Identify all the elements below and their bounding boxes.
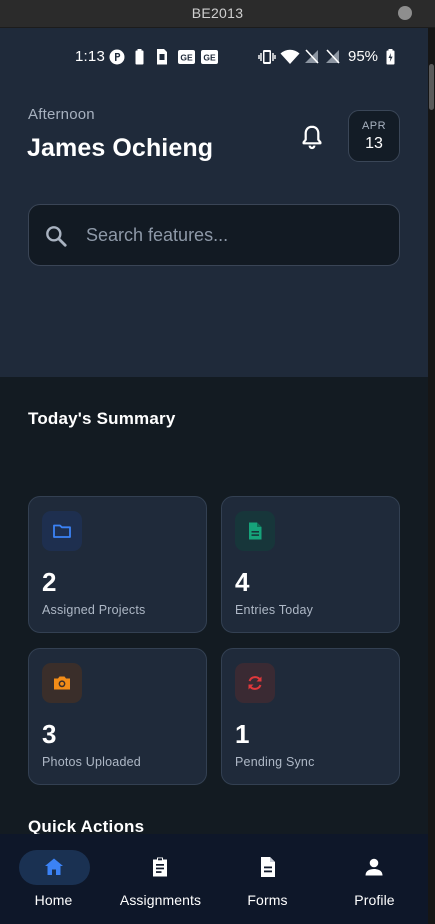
card-value: 3: [42, 719, 57, 749]
card-label: Pending Sync: [235, 755, 315, 769]
summary-card-assigned-projects[interactable]: 2 Assigned Projects: [28, 496, 207, 633]
form-icon: [261, 857, 275, 877]
card-value: 2: [42, 567, 57, 597]
svg-text:GE: GE: [180, 53, 193, 63]
search-bar[interactable]: [28, 204, 400, 266]
card-value: 4: [235, 567, 250, 597]
no-signal-icon: [305, 49, 319, 64]
camera-icon: [54, 676, 70, 690]
window-control-dot[interactable]: [398, 6, 412, 20]
folder-icon: [53, 524, 71, 538]
summary-card-pending-sync[interactable]: 1 Pending Sync: [221, 648, 400, 785]
search-icon: [46, 226, 67, 247]
card-icon-container: [42, 663, 82, 703]
ge-badge-icon: GE: [178, 50, 195, 64]
greeting-text: Afternoon: [28, 106, 95, 123]
nav-label: Assignments: [119, 892, 202, 908]
clipboard-icon: [153, 857, 167, 877]
p-badge-icon: [109, 49, 125, 65]
header-section: 1:13 GE GE 95% Afternoon James Ochieng A…: [0, 28, 428, 377]
card-icon-container: [235, 663, 275, 703]
nav-item-profile[interactable]: Profile: [321, 834, 428, 924]
vibrate-icon: [258, 50, 276, 64]
battery-icon: [386, 49, 395, 65]
nav-label: Home: [34, 892, 73, 908]
summary-card-photos-uploaded[interactable]: 3 Photos Uploaded: [28, 648, 207, 785]
card-label: Assigned Projects: [42, 603, 146, 617]
date-day: 13: [365, 135, 383, 152]
no-signal-icon: [326, 49, 340, 64]
document-icon: [249, 522, 262, 540]
sim-icon: [157, 49, 167, 65]
nav-label: Profile: [354, 892, 395, 908]
ge-badge-icon: GE: [201, 50, 218, 64]
window-scrollbar-track: [428, 28, 435, 924]
emulator-title-bar: BE2013: [0, 0, 435, 28]
window-scrollbar-thumb[interactable]: [429, 64, 434, 110]
status-time: 1:13: [75, 48, 105, 65]
window-title: BE2013: [191, 5, 244, 21]
wifi-icon: [280, 49, 300, 64]
person-icon: [365, 858, 383, 876]
date-chip[interactable]: APR 13: [348, 110, 400, 162]
card-label: Photos Uploaded: [42, 755, 141, 769]
notification-bell-icon[interactable]: [298, 123, 326, 151]
card-label: Entries Today: [235, 603, 314, 617]
battery-percent: 95%: [348, 48, 379, 65]
card-icon-container: [235, 511, 275, 551]
card-icon-container: [42, 511, 82, 551]
search-input[interactable]: [86, 217, 386, 253]
date-month: APR: [361, 120, 387, 132]
bottom-navigation: Home Assignments Forms Profile: [0, 834, 428, 924]
sync-icon: [248, 676, 262, 690]
summary-title: Today's Summary: [28, 409, 176, 428]
user-name: James Ochieng: [27, 134, 214, 162]
battery-saver-icon: [135, 49, 144, 65]
card-value: 1: [235, 719, 250, 749]
home-icon: [45, 858, 63, 875]
nav-item-home[interactable]: Home: [0, 834, 107, 924]
nav-label: Forms: [247, 892, 288, 908]
svg-text:GE: GE: [203, 53, 216, 63]
nav-item-assignments[interactable]: Assignments: [107, 834, 214, 924]
phone-screen: 1:13 GE GE 95% Afternoon James Ochieng A…: [0, 28, 428, 924]
nav-item-forms[interactable]: Forms: [214, 834, 321, 924]
status-bar: 1:13 GE GE 95%: [0, 47, 428, 69]
summary-card-entries-today[interactable]: 4 Entries Today: [221, 496, 400, 633]
